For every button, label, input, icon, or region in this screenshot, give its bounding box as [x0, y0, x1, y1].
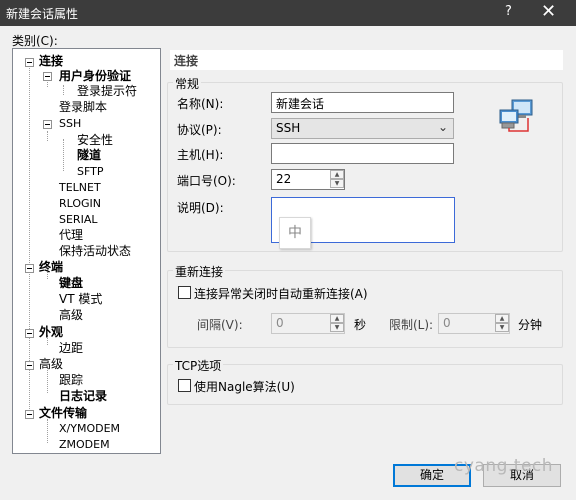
protocol-value: SSH — [276, 121, 301, 135]
name-input[interactable]: 新建会话 — [271, 92, 454, 113]
host-label: 主机(H): — [177, 148, 224, 162]
tree-item-advanced-term[interactable]: 高级 — [59, 308, 83, 322]
tree-item-advanced[interactable]: 高级 — [39, 357, 63, 371]
ime-indicator-icon: 中 — [279, 217, 311, 249]
collapse-toggle-icon[interactable] — [25, 329, 34, 338]
category-label: 类别(C): — [12, 34, 58, 48]
limit-label: 限制(L): — [389, 318, 434, 332]
spin-down-icon[interactable]: ▼ — [330, 323, 344, 332]
tree-item-appearance[interactable]: 外观 — [39, 325, 63, 339]
tree-item-vt-mode[interactable]: VT 模式 — [59, 292, 102, 306]
nagle-checkbox[interactable] — [178, 379, 191, 392]
chevron-down-icon: ⌄ — [437, 120, 448, 134]
port-value: 22 — [276, 172, 292, 186]
collapse-toggle-icon[interactable] — [43, 120, 52, 129]
name-label: 名称(N): — [177, 97, 224, 111]
tree-item-telnet[interactable]: TELNET — [59, 181, 101, 195]
spin-up-icon[interactable]: ▲ — [495, 314, 509, 323]
tree-item-logging[interactable]: 日志记录 — [59, 389, 107, 403]
tree-item-keepalive[interactable]: 保持活动状态 — [59, 244, 131, 258]
protocol-label: 协议(P): — [177, 123, 222, 137]
description-label: 说明(D): — [177, 201, 224, 215]
tree-item-terminal[interactable]: 终端 — [39, 260, 63, 274]
limit-value: 0 — [443, 316, 451, 330]
spin-up-icon[interactable]: ▲ — [330, 170, 344, 179]
watermark: cyang.tech — [454, 456, 554, 476]
help-icon[interactable]: ? — [505, 4, 512, 19]
tree-item-rlogin[interactable]: RLOGIN — [59, 197, 101, 211]
seconds-unit: 秒 — [354, 318, 367, 332]
reconnect-group-title: 重新连接 — [173, 263, 226, 280]
general-group-title: 常规 — [173, 75, 202, 92]
interval-stepper[interactable]: 0 ▲ ▼ — [271, 313, 345, 334]
protocol-select[interactable]: SSH ⌄ — [271, 118, 454, 139]
collapse-toggle-icon[interactable] — [43, 72, 52, 81]
tree-item-file-transfer[interactable]: 文件传输 — [39, 406, 87, 420]
tree-item-security[interactable]: 安全性 — [77, 133, 113, 147]
window-title: 新建会话属性 — [6, 7, 79, 21]
port-stepper[interactable]: 22 ▲ ▼ — [271, 169, 345, 190]
collapse-toggle-icon[interactable] — [25, 264, 34, 273]
close-icon[interactable]: ✕ — [541, 1, 556, 22]
tree-item-sftp[interactable]: SFTP — [77, 165, 103, 179]
spin-down-icon[interactable]: ▼ — [495, 323, 509, 332]
tree-item-ssh[interactable]: SSH — [59, 117, 81, 131]
category-tree[interactable]: 连接 用户身份验证 登录提示符 登录脚本 SSH 安全性 隧道 SFTP TEL… — [12, 48, 161, 454]
tree-item-connection[interactable]: 连接 — [39, 54, 63, 68]
tree-item-keyboard[interactable]: 键盘 — [59, 276, 83, 290]
interval-label: 间隔(V): — [197, 318, 243, 332]
reconnect-group — [167, 270, 563, 348]
tree-item-tunnel[interactable]: 隧道 — [77, 148, 101, 162]
tree-item-login-script[interactable]: 登录脚本 — [59, 100, 107, 114]
section-title: 连接 — [170, 50, 563, 70]
tree-item-serial[interactable]: SERIAL — [59, 213, 97, 227]
spin-down-icon[interactable]: ▼ — [330, 179, 344, 188]
collapse-toggle-icon[interactable] — [25, 58, 34, 67]
network-computer-icon — [498, 98, 536, 134]
auto-reconnect-label: 连接异常关闭时自动重新连接(A) — [194, 287, 368, 301]
auto-reconnect-checkbox[interactable] — [178, 286, 191, 299]
tree-item-user-auth[interactable]: 用户身份验证 — [59, 69, 131, 83]
collapse-toggle-icon[interactable] — [25, 410, 34, 419]
tree-item-login-prompt[interactable]: 登录提示符 — [77, 84, 137, 98]
tree-item-zmodem[interactable]: ZMODEM — [59, 438, 110, 452]
interval-value: 0 — [276, 316, 284, 330]
collapse-toggle-icon[interactable] — [25, 361, 34, 370]
spin-up-icon[interactable]: ▲ — [330, 314, 344, 323]
port-label: 端口号(O): — [177, 174, 236, 188]
tree-item-trace[interactable]: 跟踪 — [59, 373, 83, 387]
minutes-unit: 分钟 — [518, 318, 543, 332]
title-bar: 新建会话属性 ? ✕ — [0, 0, 576, 26]
limit-stepper[interactable]: 0 ▲ ▼ — [438, 313, 510, 334]
nagle-label: 使用Nagle算法(U) — [194, 380, 295, 394]
tree-item-proxy[interactable]: 代理 — [59, 228, 83, 242]
host-input[interactable] — [271, 143, 454, 164]
tcp-group-title: TCP选项 — [173, 357, 224, 374]
tree-item-margin[interactable]: 边距 — [59, 341, 83, 355]
tree-item-xymodem[interactable]: X/YMODEM — [59, 422, 120, 436]
